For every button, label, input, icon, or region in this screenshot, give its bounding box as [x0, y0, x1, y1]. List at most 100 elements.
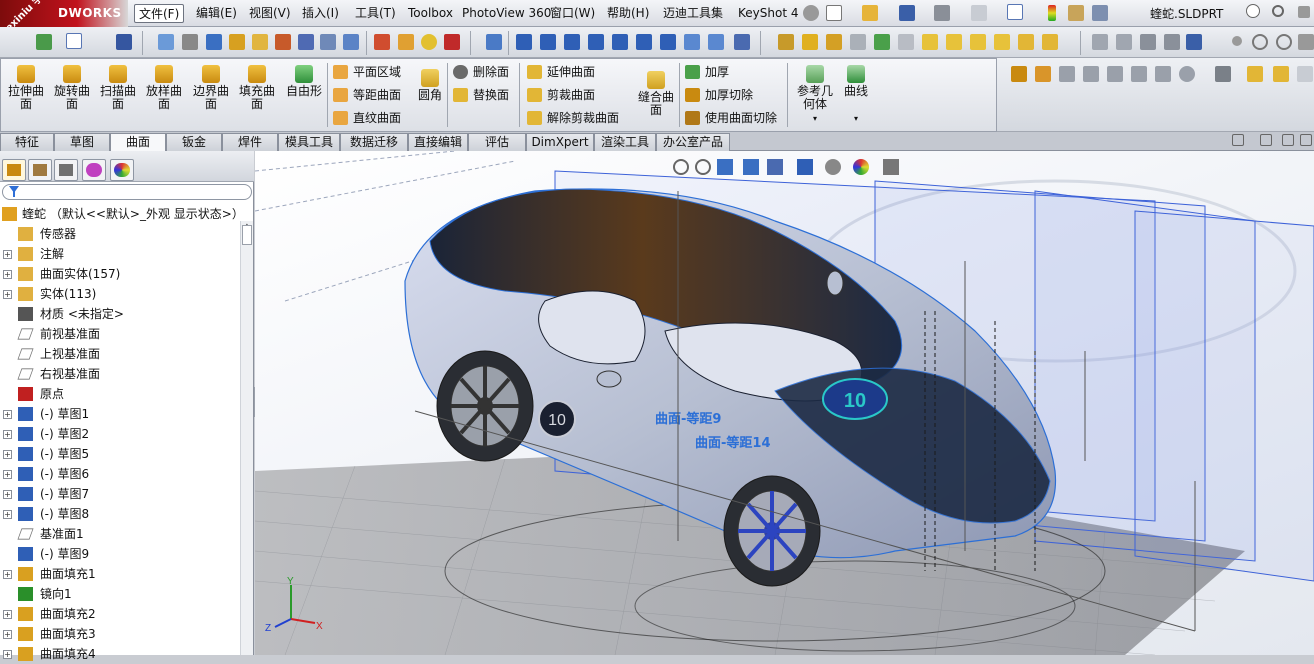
balloon-icon[interactable] [229, 34, 245, 50]
sweep-icon[interactable] [826, 34, 842, 50]
view-trimetric-icon[interactable] [684, 34, 700, 50]
trim-surface-button[interactable]: 剪裁曲面 [525, 87, 595, 103]
view-back-icon[interactable] [540, 34, 556, 50]
tree-scrollbar[interactable]: ▲ [240, 221, 253, 655]
menu-window[interactable]: 窗口(W) [546, 4, 599, 23]
menu-edit[interactable]: 编辑(E) [192, 4, 241, 23]
point-icon[interactable] [1232, 36, 1242, 46]
cut-icon[interactable] [946, 34, 962, 50]
check-icon[interactable] [252, 34, 268, 50]
tab-sheet-metal[interactable]: 钣金 [166, 133, 222, 151]
feature-manager-tab[interactable] [2, 159, 26, 181]
tree-item[interactable]: 材质 <未指定> [0, 304, 238, 324]
list-icon[interactable] [1140, 34, 1156, 50]
view-isometric-icon[interactable] [660, 34, 676, 50]
minimize-icon[interactable] [1282, 134, 1294, 146]
normal-to-icon[interactable] [734, 34, 750, 50]
revolved-surface-button[interactable]: 旋转曲 面 [52, 65, 92, 111]
scene-icon[interactable] [421, 34, 437, 50]
smart-dimension-icon[interactable] [116, 34, 132, 50]
table-icon[interactable] [343, 34, 359, 50]
property-manager-tab[interactable] [28, 159, 52, 181]
fillet-button[interactable]: 圆角 [413, 69, 447, 102]
undo-icon[interactable] [971, 5, 987, 21]
view-top-icon[interactable] [612, 34, 628, 50]
zoom-to-area-icon[interactable] [695, 159, 711, 175]
section-view-icon[interactable] [743, 159, 759, 175]
tree-item[interactable]: 上视基准面 [0, 344, 238, 364]
sketch-icon[interactable] [778, 34, 794, 50]
reference-geometry-button[interactable]: 参考几 何体 ▾ [793, 65, 837, 125]
decal-icon[interactable] [444, 34, 460, 50]
boundary-surface-button[interactable]: 边界曲 面 [191, 65, 231, 111]
feature-g-icon[interactable] [1155, 66, 1171, 82]
planar-surface-button[interactable]: 平面区域 [331, 64, 401, 80]
tab-mold-tools[interactable]: 模具工具 [278, 133, 340, 151]
expand-toggle[interactable]: + [3, 450, 12, 459]
restore-icon[interactable] [1260, 134, 1272, 146]
tree-item[interactable]: + (-) 草图8 [0, 504, 238, 524]
select-tool-icon[interactable] [66, 33, 82, 49]
menu-view[interactable]: 视图(V) [245, 4, 295, 23]
view-left-icon[interactable] [564, 34, 580, 50]
expand-toggle[interactable]: + [3, 490, 12, 499]
view-front-icon[interactable] [516, 34, 532, 50]
tab-sketch[interactable]: 草图 [54, 133, 110, 151]
tree-item[interactable]: (-) 草图9 [0, 544, 238, 564]
expand-toggle[interactable]: + [3, 250, 12, 259]
menu-photoview[interactable]: PhotoView 360 [458, 4, 555, 23]
search-icon[interactable] [1272, 5, 1284, 17]
tab-evaluate[interactable]: 评估 [468, 133, 526, 151]
tree-item[interactable]: 基准面1 [0, 524, 238, 544]
expand-toggle[interactable]: + [3, 290, 12, 299]
tree-item[interactable]: + 实体(113) [0, 284, 238, 304]
menu-tools[interactable]: 工具(T) [351, 4, 400, 23]
tile-icon[interactable] [1232, 134, 1244, 146]
cut-with-surface-button[interactable]: 使用曲面切除 [683, 110, 777, 126]
hide-icon[interactable] [1116, 34, 1132, 50]
view-orientation-icon[interactable] [767, 159, 783, 175]
feature-e-icon[interactable] [1107, 66, 1123, 82]
feature-icon[interactable] [802, 34, 818, 50]
tree-item[interactable]: + (-) 草图5 [0, 444, 238, 464]
knit-surface-button[interactable]: 缝合曲 面 [635, 71, 677, 117]
feature-i-icon[interactable] [1215, 66, 1231, 82]
pin-icon[interactable] [803, 5, 819, 21]
tools-icon[interactable] [320, 34, 336, 50]
feature-j-icon[interactable] [1247, 66, 1263, 82]
feature-c-icon[interactable] [1059, 66, 1075, 82]
rebuild-icon[interactable] [1048, 5, 1056, 21]
lofted-surface-button[interactable]: 放样曲 面 [144, 65, 184, 111]
dimxpert-manager-tab[interactable] [82, 159, 106, 181]
menu-maidi[interactable]: 迈迪工具集 [659, 4, 727, 23]
circle-icon[interactable] [1252, 34, 1268, 50]
open-folder-icon[interactable] [862, 5, 878, 21]
thickened-cut-button[interactable]: 加厚切除 [683, 87, 753, 103]
weld-icon[interactable] [275, 34, 291, 50]
maximize-icon[interactable] [1300, 134, 1312, 146]
view-right-icon[interactable] [588, 34, 604, 50]
hide-show-items-icon[interactable] [825, 159, 841, 175]
file-properties-icon[interactable] [1068, 5, 1084, 21]
component-icon[interactable] [36, 34, 52, 50]
expand-toggle[interactable]: + [3, 630, 12, 639]
delete-face-button[interactable]: 删除面 [451, 64, 509, 80]
shell-icon[interactable] [898, 34, 914, 50]
tree-item[interactable]: + (-) 草图2 [0, 424, 238, 444]
feature-h-icon[interactable] [1179, 66, 1195, 82]
spell-check-icon[interactable] [158, 34, 174, 50]
offset-surface-button[interactable]: 等距曲面 [331, 87, 401, 103]
previous-view-icon[interactable] [717, 159, 733, 175]
graphics-viewport[interactable]: 10 10 曲面-等距9 曲面-等距14 Y X Z [255, 151, 1314, 655]
print-icon[interactable] [934, 5, 950, 21]
feature-f-icon[interactable] [1131, 66, 1147, 82]
thicken-button[interactable]: 加厚 [683, 64, 729, 80]
tab-office-products[interactable]: 办公室产品 [656, 133, 730, 151]
tree-item[interactable]: 镜向1 [0, 584, 238, 604]
fill-icon[interactable] [874, 34, 890, 50]
tree-item[interactable]: + 曲面填充3 [0, 624, 238, 644]
menu-keyshot[interactable]: KeyShot 4 [734, 4, 802, 23]
target-icon[interactable] [1276, 34, 1292, 50]
select-arrow-icon[interactable] [1007, 4, 1023, 20]
menu-insert[interactable]: 插入(I) [298, 4, 343, 23]
